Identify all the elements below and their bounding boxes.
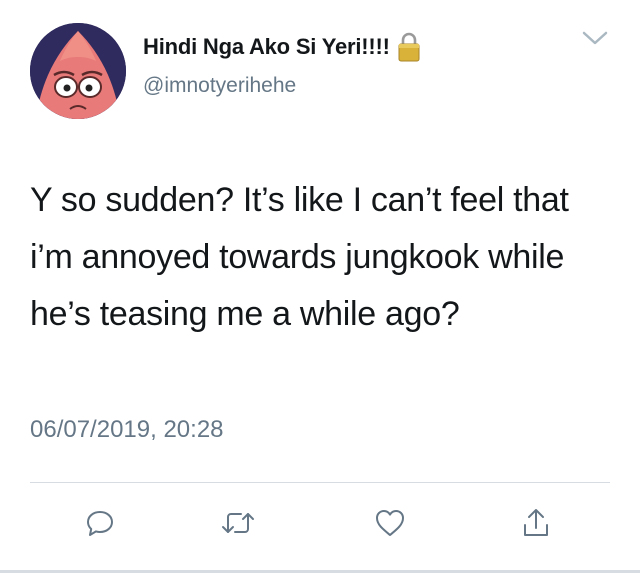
share-button[interactable] <box>518 507 554 543</box>
tweet-text: Y so sudden? It’s like I can’t feel that… <box>30 181 569 333</box>
retweet-icon <box>221 508 255 543</box>
avatar[interactable] <box>30 23 126 119</box>
tweet-timestamp[interactable]: 06/07/2019, 20:28 <box>30 416 224 444</box>
like-button[interactable] <box>372 507 408 543</box>
reply-button[interactable] <box>82 507 118 543</box>
reply-icon <box>85 508 115 543</box>
share-icon <box>521 507 551 544</box>
heart-icon <box>374 508 406 543</box>
divider <box>30 482 610 483</box>
lock-icon <box>398 32 420 62</box>
display-name-text: Hindi Nga Ako Si Yeri!!!! <box>143 34 390 59</box>
author-display-name[interactable]: Hindi Nga Ako Si Yeri!!!! <box>143 32 420 62</box>
retweet-button[interactable] <box>220 507 256 543</box>
author-handle[interactable]: @imnotyerihehe <box>143 74 296 98</box>
chevron-down-icon[interactable] <box>580 28 610 48</box>
